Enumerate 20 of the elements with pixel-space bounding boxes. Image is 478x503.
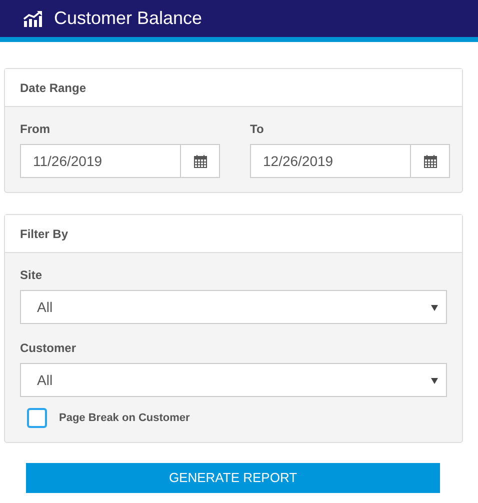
panel-title: Date Range (20, 80, 86, 96)
checkbox-label: Page Break on Customer (59, 410, 190, 426)
panel-title: Filter By (20, 226, 68, 242)
calendar-icon (424, 154, 436, 168)
calendar-button[interactable] (411, 144, 450, 178)
page-title: Customer Balance (54, 7, 202, 30)
select-field[interactable]: All (20, 290, 447, 324)
caret-icon (431, 376, 438, 384)
field-label: To (250, 121, 265, 138)
field-label: Customer (20, 340, 78, 357)
chart-icon (23, 10, 43, 26)
date-field[interactable]: 12/26/2019 (250, 144, 411, 178)
field-label: Site (20, 267, 44, 284)
field-label: From (20, 121, 51, 138)
calendar-icon (194, 154, 206, 168)
select-field[interactable]: All (20, 363, 447, 397)
calendar-button[interactable] (181, 144, 220, 178)
date-field[interactable]: 11/26/2019 (20, 144, 181, 178)
caret-icon (431, 304, 438, 310)
checkbox[interactable] (27, 408, 47, 428)
